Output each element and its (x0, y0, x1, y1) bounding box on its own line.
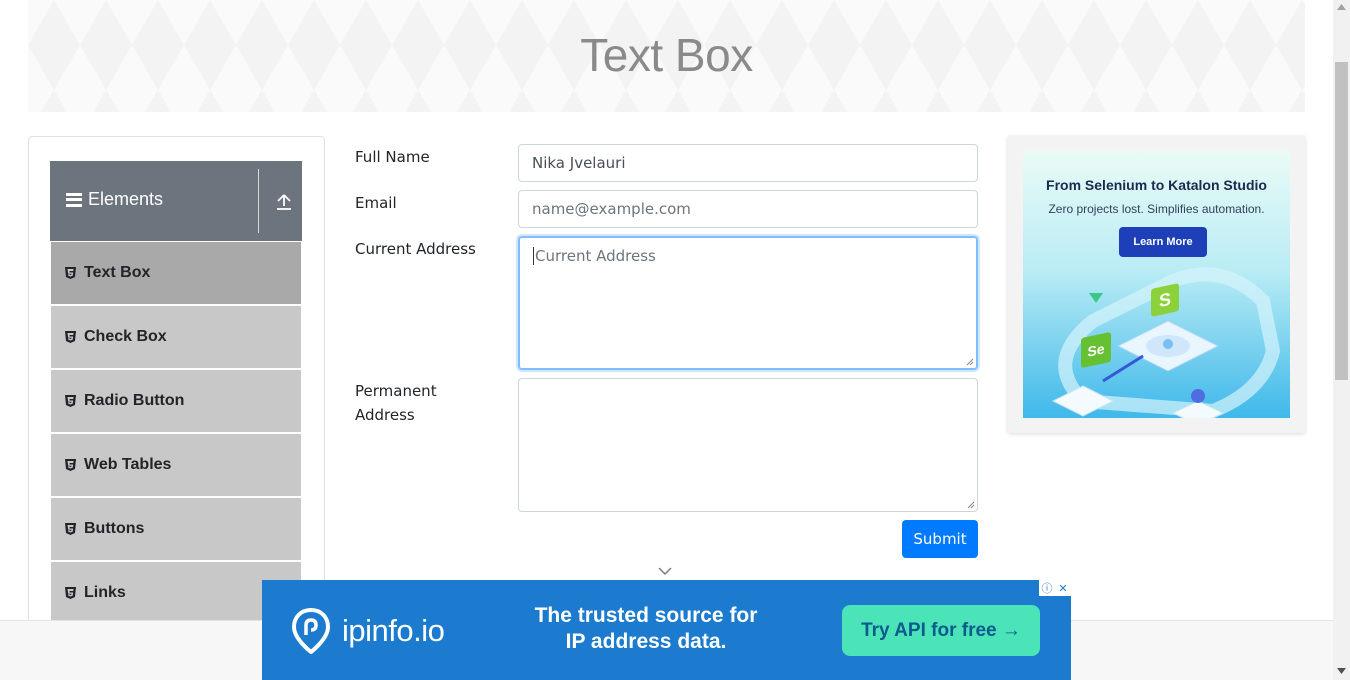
email-input[interactable]: name@example.com (518, 190, 978, 228)
side-ad-title: From Selenium to Katalon Studio (1046, 177, 1267, 193)
full-name-label: Full Name (355, 148, 430, 166)
tagline-line2: IP address data. (565, 630, 727, 653)
sidebar-item-label: Links (84, 584, 126, 601)
sidebar-item-label: Buttons (84, 520, 145, 537)
sidebar-item-buttons[interactable]: Buttons (51, 498, 301, 560)
text-caret (533, 247, 534, 265)
full-name-value: Nika Jvelauri (532, 154, 626, 172)
html5-icon (65, 267, 76, 279)
group-title: Elements (66, 189, 163, 210)
html5-icon (65, 331, 76, 343)
location-pin-icon (292, 608, 330, 654)
tagline-line1: The trusted source for (534, 604, 758, 627)
email-label: Email (355, 194, 397, 212)
side-ad-logo-s: S (1151, 283, 1179, 317)
sidebar-item-label: Text Box (84, 264, 151, 281)
group-title-label: Elements (88, 189, 164, 209)
side-ad-learn-more-button[interactable]: Learn More (1119, 227, 1207, 257)
sidebar-item-text-box[interactable]: Text Box (51, 242, 301, 304)
html5-icon (65, 395, 76, 407)
side-ad[interactable]: From Selenium to Katalon Studio Zero pro… (1023, 151, 1290, 418)
side-ad-logo-se: Se (1081, 331, 1111, 369)
scroll-thumb[interactable] (1335, 62, 1348, 380)
permanent-address-textarea[interactable] (518, 378, 978, 512)
side-ad-subtitle: Zero projects lost. Simplifies automatio… (1048, 202, 1265, 216)
close-icon[interactable]: ✕ (1055, 580, 1071, 596)
page-title: Text Box (580, 29, 753, 81)
bottom-ad[interactable]: ipinfo.io The trusted source for IP addr… (262, 580, 1071, 680)
email-placeholder: name@example.com (532, 200, 691, 218)
sidebar-item-label: Radio Button (84, 392, 185, 409)
resize-handle-icon[interactable] (967, 501, 975, 509)
page-root: Text Box Elements Text Box Check Box Rad… (0, 0, 1350, 680)
full-name-input[interactable]: Nika Jvelauri (518, 144, 978, 182)
submit-button[interactable]: Submit (902, 520, 978, 558)
sidebar-item-radio-button[interactable]: Radio Button (51, 370, 301, 432)
sidebar-item-label: Web Tables (84, 456, 172, 473)
ipinfo-logo: ipinfo.io (292, 608, 445, 654)
current-address-textarea[interactable]: Current Address (518, 236, 978, 370)
ad-controls: ⓘ ✕ (1039, 580, 1071, 596)
html5-icon (65, 459, 76, 471)
scroll-up-arrow-icon[interactable] (1337, 4, 1346, 10)
hamburger-icon (66, 192, 82, 207)
elements-group-header[interactable]: Elements (50, 161, 302, 241)
html5-icon (65, 523, 76, 535)
page-scrollbar[interactable] (1333, 0, 1350, 680)
permanent-address-label-line2: Address (355, 406, 415, 424)
current-address-placeholder: Current Address (535, 247, 656, 265)
permanent-address-label: Permanent Address (355, 379, 437, 427)
scroll-down-arrow-icon[interactable] (1337, 668, 1346, 674)
html5-icon (65, 587, 76, 599)
ipinfo-brand: ipinfo.io (342, 613, 445, 648)
header-divider (258, 169, 259, 233)
page-banner: Text Box (28, 0, 1305, 112)
adchoices-icon[interactable]: ⓘ (1039, 580, 1055, 596)
permanent-address-label-line1: Permanent (355, 382, 437, 400)
resize-handle-icon[interactable] (966, 358, 974, 366)
side-ad-frame: From Selenium to Katalon Studio Zero pro… (1008, 136, 1305, 433)
current-address-label: Current Address (355, 240, 476, 258)
try-api-button[interactable]: Try API for free → (842, 605, 1040, 656)
sidebar-item-web-tables[interactable]: Web Tables (51, 434, 301, 496)
bottom-ad-tagline: The trusted source for IP address data. (507, 603, 785, 655)
side-ad-illustration (1051, 267, 1281, 418)
chevron-down-icon[interactable] (658, 567, 672, 575)
sidebar-item-check-box[interactable]: Check Box (51, 306, 301, 368)
upload-icon[interactable] (275, 193, 293, 211)
sidebar-item-label: Check Box (84, 328, 167, 345)
